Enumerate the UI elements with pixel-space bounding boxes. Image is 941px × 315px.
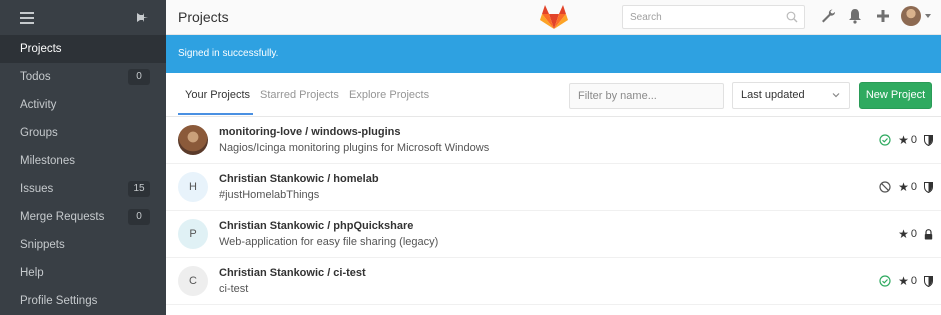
sidebar-item-label: Help [20,267,44,279]
todos-count-badge: 0 [128,69,150,85]
filter-by-name-input[interactable] [570,84,723,108]
project-avatar: H [178,172,208,202]
star-icon: ★ [898,227,909,241]
hamburger-icon[interactable] [20,11,34,24]
flash-message: Signed in successfully. [178,48,279,59]
sidebar-item-help[interactable]: Help [0,259,166,287]
project-meta: ★ 0 [879,134,933,146]
sidebar-item-label: Snippets [20,239,65,251]
project-title-link[interactable]: Christian Stankowic / homelab [219,173,379,185]
sidebar-item-projects[interactable]: Projects [0,35,166,63]
project-avatar [178,125,208,155]
sort-dropdown[interactable]: Last updated [732,82,850,109]
shield-icon [924,275,933,287]
filter-box [569,83,724,109]
project-description: #justHomelabThings [219,189,320,201]
plus-icon[interactable] [876,8,890,24]
projects-tabs-bar: Your Projects Starred Projects Explore P… [166,73,941,117]
search-input[interactable] [623,6,804,28]
sidebar-item-label: Merge Requests [20,211,105,223]
project-avatar: P [178,219,208,249]
lock-icon [924,228,933,239]
star-count: ★ 0 [898,228,917,240]
sidebar-item-milestones[interactable]: Milestones [0,147,166,175]
chevron-down-icon[interactable] [925,14,931,18]
shield-icon [924,134,933,146]
star-icon: ★ [898,274,909,288]
flash-notice: Signed in successfully. [166,35,941,73]
project-title-link[interactable]: monitoring-love / windows-plugins [219,126,401,138]
sidebar-item-label: Projects [20,43,62,55]
page-title: Projects [178,9,229,25]
issues-count-badge: 15 [128,181,150,197]
new-project-button[interactable]: New Project [859,82,932,109]
project-title-link[interactable]: Christian Stankowic / phpQuickshare [219,220,413,232]
star-count-value: 0 [910,228,917,240]
sidebar-top [0,0,166,35]
project-meta: ★ 0 [898,228,933,240]
sidebar-item-snippets[interactable]: Snippets [0,231,166,259]
chevron-down-icon [832,93,840,98]
project-description: Web-application for easy file sharing (l… [219,236,439,248]
merge-requests-count-badge: 0 [128,209,150,225]
tab-starred-projects[interactable]: Starred Projects [260,89,339,101]
sidebar-item-label: Issues [20,183,54,195]
tab-your-projects[interactable]: Your Projects [185,89,250,101]
user-avatar[interactable] [901,6,921,26]
star-count: ★ 0 [898,134,917,146]
project-title-link[interactable]: Christian Stankowic / ci-test [219,267,366,279]
active-tab-indicator [178,113,253,115]
shield-icon [924,181,933,193]
project-avatar: C [178,266,208,296]
pipeline-canceled-icon[interactable] [879,181,891,193]
pipeline-success-icon[interactable] [879,134,891,146]
sidebar-item-activity[interactable]: Activity [0,91,166,119]
star-count-value: 0 [910,181,917,193]
project-row[interactable]: C Christian Stankowic / ci-test ci-test … [166,258,941,305]
bell-icon[interactable] [848,8,862,24]
sidebar-item-todos[interactable]: Todos 0 [0,63,166,91]
sort-selected-value: Last updated [741,89,805,101]
top-header: Projects [166,0,941,35]
gitlab-logo[interactable] [540,4,568,30]
star-count: ★ 0 [898,275,917,287]
sidebar-item-issues[interactable]: Issues 15 [0,175,166,203]
sidebar-item-merge-requests[interactable]: Merge Requests 0 [0,203,166,231]
wrench-icon[interactable] [820,8,836,24]
star-count-value: 0 [910,275,917,287]
project-description: Nagios/Icinga monitoring plugins for Mic… [219,142,490,154]
star-count: ★ 0 [898,181,917,193]
sidebar-item-label: Todos [20,71,51,83]
pipeline-success-icon[interactable] [879,275,891,287]
tab-explore-projects[interactable]: Explore Projects [349,89,429,101]
project-row[interactable]: P Christian Stankowic / phpQuickshare We… [166,211,941,258]
project-meta: ★ 0 [879,275,933,287]
project-row[interactable]: H Christian Stankowic / homelab #justHom… [166,164,941,211]
search-icon[interactable] [786,11,798,23]
project-description: ci-test [219,283,249,295]
star-icon: ★ [898,133,909,147]
sidebar-item-groups[interactable]: Groups [0,119,166,147]
sidebar: Projects Todos 0 Activity Groups Milesto… [0,0,166,315]
sidebar-item-label: Activity [20,99,57,111]
sidebar-item-label: Profile Settings [20,295,98,307]
project-row[interactable]: monitoring-love / windows-plugins Nagios… [166,117,941,164]
pin-icon[interactable] [135,11,148,24]
sidebar-item-profile-settings[interactable]: Profile Settings [0,287,166,315]
search-box [622,5,805,29]
project-meta: ★ 0 [879,181,933,193]
sidebar-item-label: Groups [20,127,58,139]
sidebar-item-label: Milestones [20,155,75,167]
star-count-value: 0 [910,134,917,146]
star-icon: ★ [898,180,909,194]
